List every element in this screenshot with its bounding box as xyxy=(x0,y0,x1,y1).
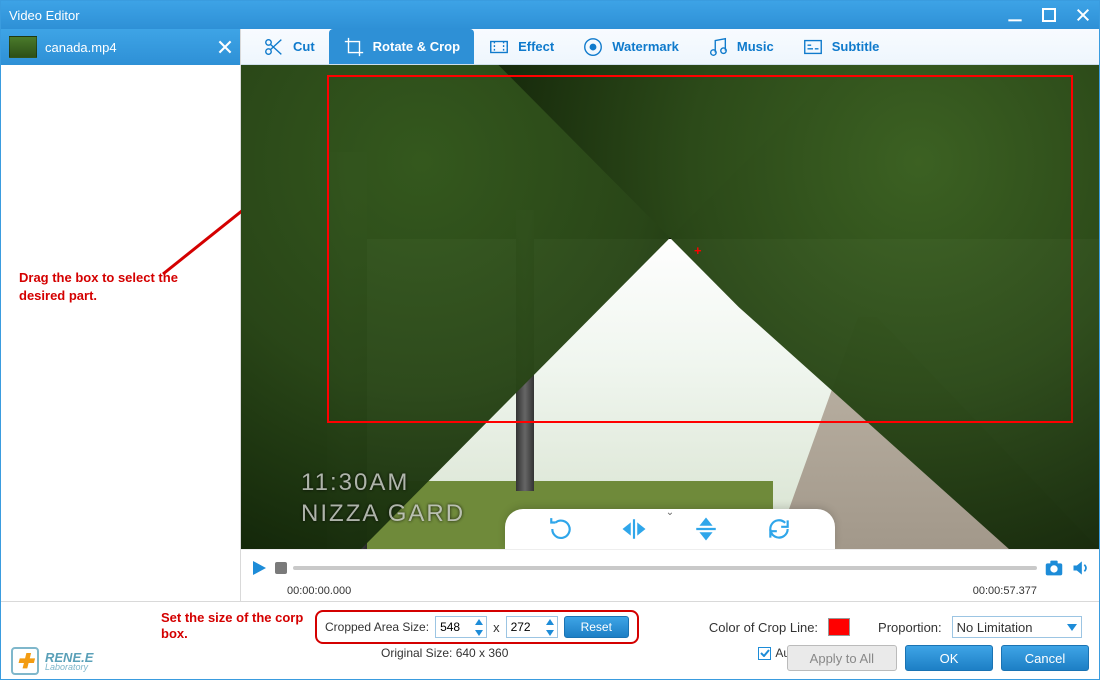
title-bar: Video Editor xyxy=(1,1,1099,29)
proportion-select[interactable]: No Limitation xyxy=(952,616,1082,638)
content-area: Cut Rotate & Crop Effect Watermark Music… xyxy=(241,29,1099,601)
drag-annotation: Drag the box to select the desired part. xyxy=(1,269,240,304)
tab-rotate-crop[interactable]: Rotate & Crop xyxy=(329,29,474,64)
tab-watermark[interactable]: Watermark xyxy=(568,29,693,64)
scissors-icon xyxy=(263,36,285,58)
preview-area: 11:30AM NIZZA GARD + ⌄ xyxy=(241,65,1099,601)
crop-center-icon[interactable]: + xyxy=(694,243,706,255)
timeline-bar xyxy=(241,549,1099,585)
plus-icon: ✚ xyxy=(11,647,39,675)
tab-subtitle[interactable]: Subtitle xyxy=(788,29,894,64)
tab-strip: Cut Rotate & Crop Effect Watermark Music… xyxy=(241,29,1099,65)
subtitle-icon xyxy=(802,36,824,58)
apply-all-button[interactable]: Apply to All xyxy=(787,645,897,671)
music-icon xyxy=(707,36,729,58)
crop-size-label: Cropped Area Size: xyxy=(325,620,429,634)
flip-horizontal-button[interactable] xyxy=(621,516,647,542)
watermark-icon xyxy=(582,36,604,58)
effect-icon xyxy=(488,36,510,58)
crop-size-group: Cropped Area Size: x Reset xyxy=(315,610,639,644)
chevron-down-icon xyxy=(1067,620,1077,635)
spin-up-icon[interactable] xyxy=(472,616,486,627)
time-current: 00:00:00.000 xyxy=(287,585,351,597)
file-name: canada.mp4 xyxy=(45,40,210,55)
crop-icon xyxy=(343,36,365,58)
rotate-cw-button[interactable] xyxy=(548,516,574,542)
volume-button[interactable] xyxy=(1071,558,1091,578)
crop-color-swatch[interactable] xyxy=(828,618,850,636)
play-button[interactable] xyxy=(249,558,269,578)
tab-effect[interactable]: Effect xyxy=(474,29,568,64)
checkbox-checked-icon xyxy=(758,647,771,660)
video-canvas[interactable]: 11:30AM NIZZA GARD + ⌄ xyxy=(241,65,1099,549)
spin-down-icon[interactable] xyxy=(543,627,557,638)
ok-button[interactable]: OK xyxy=(905,645,993,671)
file-thumbnail xyxy=(9,36,37,58)
crop-height-input[interactable] xyxy=(506,616,558,638)
video-overlay-text: 11:30AM NIZZA GARD xyxy=(301,467,465,529)
spin-up-icon[interactable] xyxy=(543,616,557,627)
maximize-button[interactable] xyxy=(1041,7,1057,23)
flip-vertical-button[interactable] xyxy=(693,516,719,542)
cancel-button[interactable]: Cancel xyxy=(1001,645,1089,671)
timeline-track[interactable] xyxy=(293,566,1037,570)
proportion-label: Proportion: xyxy=(878,620,942,635)
refresh-button[interactable] xyxy=(766,516,792,542)
brand-logo: ✚ RENE.E Laboratory xyxy=(11,647,93,675)
spin-down-icon[interactable] xyxy=(472,627,486,638)
file-tab[interactable]: canada.mp4 xyxy=(1,29,240,65)
tab-music[interactable]: Music xyxy=(693,29,788,64)
action-buttons: Apply to All OK Cancel xyxy=(787,645,1089,671)
window-title: Video Editor xyxy=(9,8,1007,23)
sidebar: canada.mp4 Drag the box to select the de… xyxy=(1,29,241,601)
minimize-button[interactable] xyxy=(1007,7,1023,23)
close-button[interactable] xyxy=(1075,7,1091,23)
rotate-tools-panel: ⌄ xyxy=(505,509,835,549)
time-total: 00:00:57.377 xyxy=(973,585,1037,597)
close-file-icon[interactable] xyxy=(218,40,232,54)
size-annotation: Set the size of the corp box. xyxy=(161,610,311,643)
chevron-down-icon[interactable]: ⌄ xyxy=(666,507,674,518)
crop-width-input[interactable] xyxy=(435,616,487,638)
crop-color-label: Color of Crop Line: xyxy=(709,620,818,635)
tab-cut[interactable]: Cut xyxy=(249,29,329,64)
original-size-label: Original Size: 640 x 360 xyxy=(381,646,508,660)
footer-panel: Set the size of the corp box. Cropped Ar… xyxy=(1,601,1099,679)
crop-sep: x xyxy=(493,620,500,635)
timeline-handle[interactable] xyxy=(275,562,287,574)
reset-button[interactable]: Reset xyxy=(564,616,629,638)
crop-box[interactable]: + xyxy=(327,75,1073,423)
snapshot-button[interactable] xyxy=(1043,557,1065,579)
